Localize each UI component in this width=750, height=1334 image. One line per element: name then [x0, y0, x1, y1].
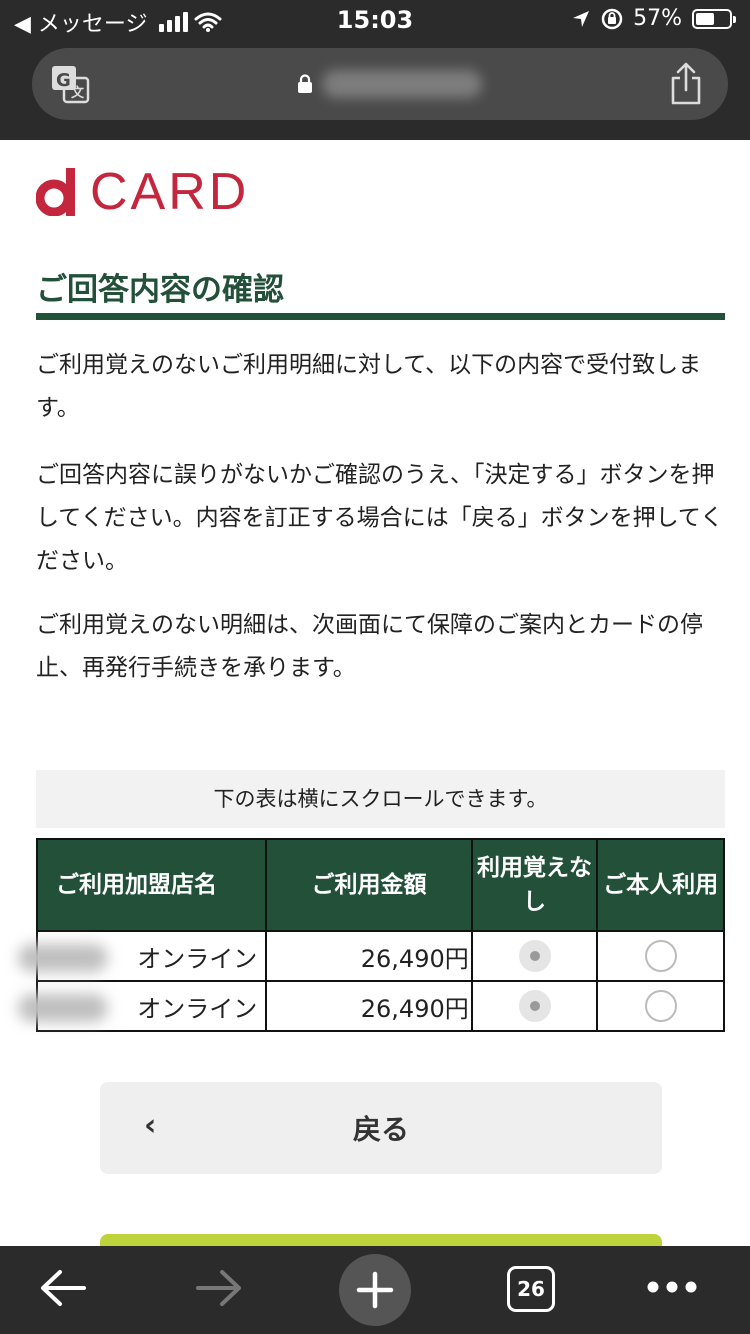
notice-paragraph: ご利用覚えのない明細は、次画面にて保障のご案内とカードの停止、再発行手続きを承り…: [36, 612, 703, 681]
header-not-used: 利用覚えなし: [470, 838, 599, 932]
orientation-lock-icon: [601, 8, 623, 29]
dcard-logo: CARD: [36, 163, 250, 221]
d-logo-mark: [36, 168, 75, 216]
header-merchant: ご利用加盟店名: [35, 838, 268, 932]
logo-text: CARD: [90, 163, 250, 221]
battery-percent: 57%: [633, 6, 682, 31]
bottom-toolbar: 26: [0, 1246, 750, 1334]
not-used-cell: [470, 980, 599, 1032]
svg-text:文: 文: [71, 85, 85, 101]
status-right: 57%: [571, 6, 736, 31]
table-row: オンライン 26,490円: [18, 980, 725, 1032]
intro-paragraph: ご利用覚えのないご利用明細に対して、以下の内容で受付致します。: [36, 352, 702, 421]
merchant-name: オンライン: [137, 944, 258, 973]
plus-icon: [356, 1271, 394, 1309]
back-button-label: 戻る: [352, 1113, 409, 1146]
merchant-cell: オンライン: [18, 930, 268, 982]
svg-text:G: G: [56, 70, 71, 91]
table-header-row: ご利用加盟店名 ご利用金額 利用覚えなし ご本人利用: [35, 838, 725, 932]
not-used-radio[interactable]: [518, 990, 551, 1022]
table-row: オンライン 26,490円: [18, 930, 725, 982]
self-used-cell: [596, 930, 725, 982]
amount-cell: 26,490円: [265, 980, 473, 1032]
not-used-radio[interactable]: [518, 940, 551, 972]
location-arrow-icon: [573, 10, 590, 27]
self-used-radio[interactable]: [644, 990, 677, 1022]
lock-icon: [298, 74, 312, 93]
header-self-used: ご本人利用: [596, 838, 725, 932]
browser-toolbar: G 文: [0, 40, 750, 140]
amount-cell: 26,490円: [265, 930, 473, 982]
redacted-merchant-prefix: [18, 994, 108, 1022]
back-arrow-icon[interactable]: [38, 1268, 88, 1308]
self-used-radio[interactable]: [644, 940, 677, 972]
more-icon[interactable]: [646, 1280, 698, 1294]
battery-icon: [692, 8, 736, 29]
new-tab-button[interactable]: [339, 1254, 411, 1326]
url-text-redacted: [322, 70, 482, 98]
address-bar[interactable]: G 文: [32, 48, 728, 120]
translate-icon[interactable]: G 文: [50, 64, 90, 104]
self-used-cell: [596, 980, 725, 1032]
forward-arrow-icon[interactable]: [194, 1268, 244, 1308]
title-underline: [36, 313, 725, 320]
back-button[interactable]: ‹ 戻る: [100, 1082, 662, 1174]
page-title: ご回答内容の確認: [36, 272, 284, 308]
tab-count-button[interactable]: 26: [507, 1266, 555, 1312]
usage-table: ご利用加盟店名 ご利用金額 利用覚えなし ご本人利用 オンライン 26,490円…: [18, 838, 725, 1032]
instruction-paragraph: ご回答内容に誤りがないかご確認のうえ、「決定する」ボタンを押してください。内容を…: [36, 462, 724, 574]
not-used-cell: [470, 930, 599, 982]
merchant-name: オンライン: [137, 994, 258, 1023]
status-bar: ◀ メッセージ 15:03 57%: [0, 0, 750, 40]
share-icon[interactable]: [668, 62, 704, 106]
scroll-note: 下の表は横にスクロールできます。: [36, 770, 725, 828]
header-amount: ご利用金額: [265, 838, 473, 932]
merchant-cell: オンライン: [18, 980, 268, 1032]
redacted-merchant-prefix: [18, 944, 108, 972]
